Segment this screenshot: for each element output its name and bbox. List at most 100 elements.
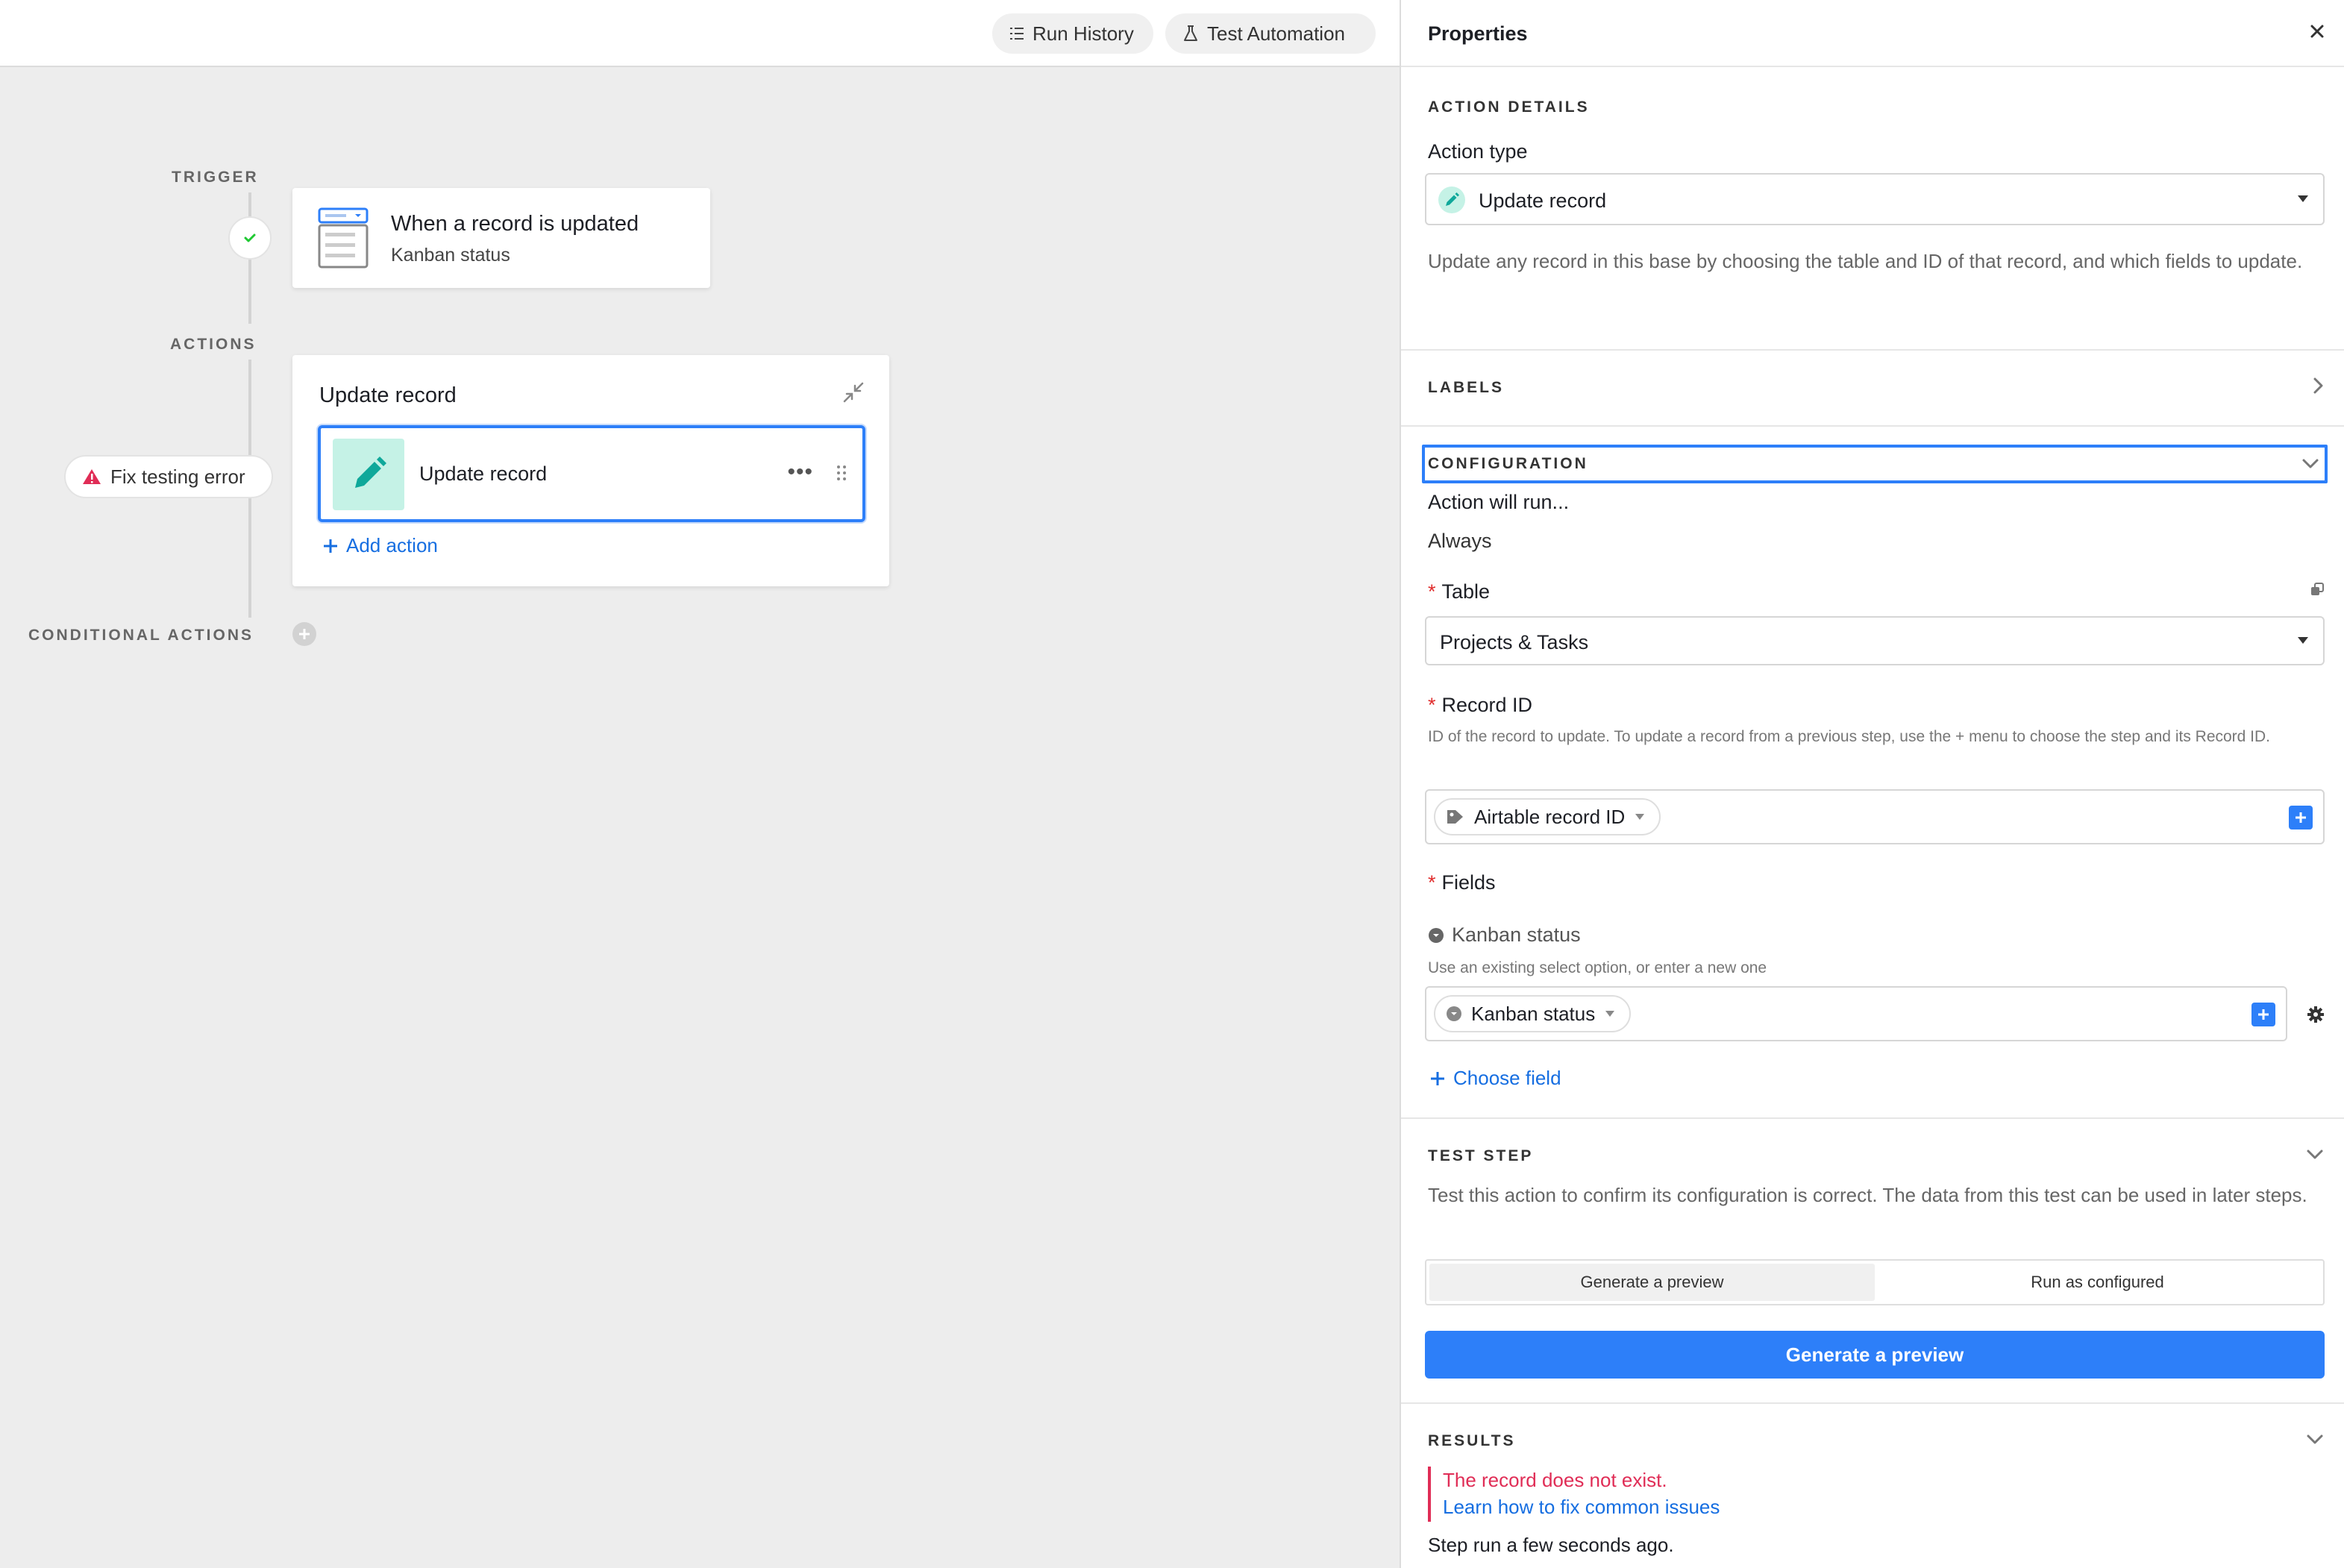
test-automation-label: Test Automation [1207,22,1345,45]
fix-testing-error-label: Fix testing error [110,465,245,488]
panel-title: Properties [1428,22,1528,45]
action-type-select[interactable]: Update record [1425,173,2325,225]
segment-generate-preview[interactable]: Generate a preview [1429,1264,1875,1301]
configuration-heading[interactable]: CONFIGURATION [1422,445,2328,483]
kanban-status-help: Use an existing select option, or enter … [1428,959,1767,976]
trigger-subtitle: Kanban status [391,245,510,266]
plus-icon [2296,812,2306,823]
trigger-card[interactable]: When a record is updated Kanban status [292,188,710,288]
action-type-description: Update any record in this base by choosi… [1428,250,2303,272]
action-will-run-label: Action will run... [1428,491,1570,513]
table-value: Projects & Tasks [1440,631,1589,653]
record-id-label-text: Record ID [1441,694,1533,716]
chevron-down-icon [2302,459,2319,468]
choose-field-label: Choose field [1453,1067,1561,1089]
step-run-timestamp: Step run a few seconds ago. [1428,1534,1674,1556]
panel-header: Properties [1401,0,2344,67]
single-select-icon [1447,1006,1461,1021]
record-id-token-label: Airtable record ID [1474,805,1626,828]
gear-icon[interactable] [2307,1006,2325,1023]
action-type-value: Update record [1479,189,1607,212]
chevron-down-icon[interactable] [2304,1146,2326,1164]
chevron-down-icon [1605,1011,1615,1017]
required-marker: * [1428,871,1436,894]
table-select[interactable]: Projects & Tasks [1425,616,2325,665]
insert-value-button[interactable] [2289,806,2313,830]
record-id-input[interactable]: Airtable record ID [1425,789,2325,844]
kanban-status-field-label: Kanban status [1428,923,1581,947]
copy-icon[interactable] [2310,582,2325,597]
trigger-section-label: TRIGGER [172,169,259,186]
labels-heading[interactable]: LABELS [1428,379,1504,397]
run-history-button[interactable]: Run History [992,13,1153,54]
chevron-right-icon[interactable] [2310,374,2326,397]
chevron-down-icon [2298,195,2308,202]
test-step-description: Test this action to confirm its configur… [1428,1184,2307,1206]
add-conditional-action-button[interactable] [292,622,316,646]
section-divider [1401,349,2344,351]
record-id-token[interactable]: Airtable record ID [1434,798,1661,835]
action-item-label: Update record [419,462,548,485]
check-icon [244,233,256,242]
pencil-icon [1438,186,1465,213]
table-label-text: Table [1441,580,1491,603]
chevron-down-icon [2298,637,2308,644]
trigger-success-badge [228,216,272,260]
chevron-down-icon [1635,814,1645,820]
automation-canvas: Run History Test Automation TRIGGER ACTI… [0,0,1400,1568]
trigger-title: When a record is updated [391,212,639,236]
result-error-block: The record does not exist. Learn how to … [1428,1467,1875,1522]
more-options-icon[interactable]: ••• [787,460,813,485]
generate-preview-button[interactable]: Generate a preview [1425,1331,2325,1379]
form-icon [318,207,369,269]
plus-icon [1431,1071,1444,1085]
test-mode-segmented-control: Generate a preview Run as configured [1425,1259,2325,1305]
test-step-heading[interactable]: TEST STEP [1428,1147,1533,1165]
action-type-label: Action type [1428,140,1528,163]
chevron-down-icon[interactable] [2304,1431,2326,1449]
pencil-icon [333,439,404,510]
action-details-heading: ACTION DETAILS [1428,98,1590,116]
section-divider [1401,425,2344,427]
learn-fix-issues-link[interactable]: Learn how to fix common issues [1443,1493,1875,1520]
kanban-status-token-label: Kanban status [1471,1002,1596,1025]
fix-testing-error-button[interactable]: Fix testing error [64,455,273,498]
conditional-actions-section-label: CONDITIONAL ACTIONS [28,627,254,644]
fields-label-text: Fields [1441,871,1496,894]
run-history-label: Run History [1032,22,1134,45]
update-record-action-item[interactable]: Update record ••• [318,425,865,522]
required-marker: * [1428,580,1436,603]
choose-field-button[interactable]: Choose field [1429,1067,1561,1090]
flask-icon [1184,25,1197,41]
kanban-status-token[interactable]: Kanban status [1434,995,1632,1032]
plus-icon [324,539,337,553]
required-marker: * [1428,694,1436,716]
plus-icon [2258,1009,2269,1020]
kanban-status-field-name: Kanban status [1452,923,1581,946]
fields-label: * Fields [1428,871,1496,894]
action-group-title: Update record [319,383,457,407]
add-action-button[interactable]: Add action [322,534,438,557]
action-will-run-value: Always [1428,530,1492,552]
test-automation-button[interactable]: Test Automation [1165,13,1376,54]
table-label: * Table [1428,580,1490,603]
properties-panel: Properties ACTION DETAILS Action type Up… [1400,0,2344,1568]
plus-icon [299,629,310,639]
close-icon[interactable] [2308,22,2326,40]
canvas-toolbar: Run History Test Automation [0,0,1400,67]
section-divider [1401,1117,2344,1119]
configuration-heading-label: CONFIGURATION [1428,455,1588,472]
insert-value-button[interactable] [2251,1003,2275,1026]
kanban-status-input[interactable]: Kanban status [1425,986,2287,1041]
result-error-message: The record does not exist. [1443,1469,1667,1491]
results-heading[interactable]: RESULTS [1428,1432,1515,1450]
collapse-icon[interactable] [843,382,864,403]
single-select-icon [1429,927,1444,943]
actions-group-card: Update record Update record ••• Add acti… [292,355,889,586]
list-icon [1010,28,1024,40]
drag-handle-icon[interactable] [836,464,847,482]
warning-icon [83,469,101,484]
segment-run-as-configured[interactable]: Run as configured [1875,1264,2320,1301]
record-id-label: * Record ID [1428,694,1532,717]
record-id-help: ID of the record to update. To update a … [1428,728,2271,745]
